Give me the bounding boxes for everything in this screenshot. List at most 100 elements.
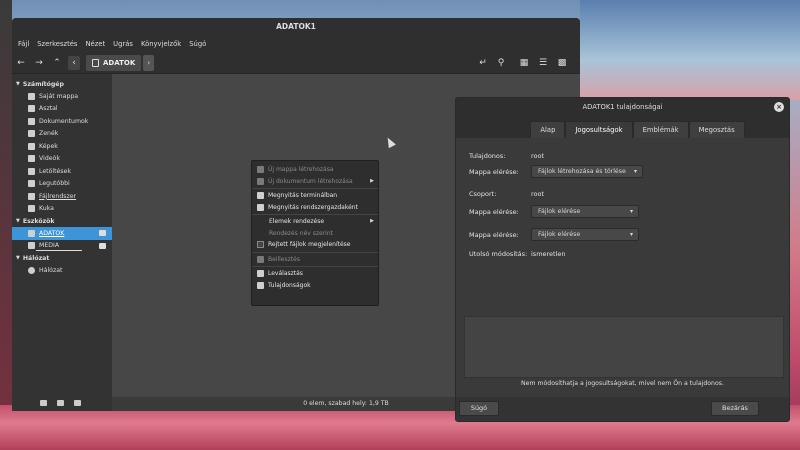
menu-edit[interactable]: Szerkesztés — [33, 40, 81, 48]
list-icon: ☰ — [538, 58, 548, 68]
compact-icon: ▩ — [557, 58, 567, 68]
breadcrumb-label: ADATOK — [103, 59, 136, 67]
sidebar-section-computer[interactable]: ▼ Számítógép — [12, 78, 112, 90]
back-button[interactable]: ← — [14, 56, 28, 70]
menu-view[interactable]: Nézet — [81, 40, 109, 48]
grid-icon: ▦ — [519, 58, 529, 68]
menu-item-show-hidden[interactable]: Rejtett fájlok megjelenítése — [252, 239, 378, 251]
last-modified-value: ismeretlen — [531, 250, 566, 258]
submenu-arrow-icon: ▶ — [370, 218, 374, 224]
breadcrumb: ADATOK › — [86, 55, 155, 71]
menu-item-properties[interactable]: Tulajdonságok — [252, 280, 378, 292]
recent-icon — [28, 180, 35, 188]
properties-dialog: ADATOK1 tulajdonságai × Alap Jogosultság… — [455, 97, 790, 422]
tab-permissions[interactable]: Jogosultságok — [565, 121, 633, 138]
new-folder-icon — [257, 166, 264, 174]
sidebar-section-devices[interactable]: ▼ Eszközök — [12, 215, 112, 227]
sidebar-item-label: Asztal — [39, 105, 58, 113]
sidebar-item-label: Dokumentumok — [39, 117, 89, 125]
eject-icon[interactable] — [99, 230, 106, 236]
dialog-empty-panel — [464, 316, 784, 378]
menu-file[interactable]: Fájl — [14, 40, 33, 48]
section-title: Számítógép — [22, 80, 64, 88]
tab-emblems[interactable]: Emblémák — [632, 121, 689, 138]
sidebar-item-pictures[interactable]: Képek — [12, 140, 112, 153]
sidebar-item-music[interactable]: Zenék — [12, 128, 112, 141]
menu-help[interactable]: Súgó — [185, 40, 210, 48]
music-icon — [28, 130, 35, 138]
trash-icon — [28, 205, 35, 213]
list-view-button[interactable]: ☰ — [536, 56, 550, 70]
others-access-select[interactable]: Fájlok elérése ▾ — [531, 228, 639, 241]
menu-item-paste[interactable]: Beillesztés — [252, 254, 378, 266]
tree-icon[interactable] — [57, 400, 64, 406]
usb-icon — [28, 242, 35, 250]
sidebar-item-videos[interactable]: Videók — [12, 153, 112, 166]
tab-sharing[interactable]: Megosztás — [688, 121, 745, 138]
menu-go[interactable]: Ugrás — [109, 40, 137, 48]
sidebar-item-desktop[interactable]: Asztal — [12, 103, 112, 116]
menu-item-open-as-root[interactable]: Megnyitás rendszergazdaként — [252, 202, 378, 214]
others-access-label: Mappa elérése: — [469, 231, 519, 239]
sidebar-item-network[interactable]: Hálózat — [12, 264, 112, 277]
group-value: root — [531, 190, 545, 198]
sidebar-item-recent[interactable]: Legutóbbi — [12, 178, 112, 191]
pictures-icon — [28, 142, 35, 150]
hide-sidebar-icon[interactable] — [74, 400, 81, 406]
toggle-location-button[interactable]: ↵ — [476, 56, 490, 70]
menu-item-unmount[interactable]: Leválasztás — [252, 268, 378, 280]
eject-icon[interactable] — [99, 242, 106, 249]
section-title: Hálózat — [22, 254, 50, 262]
window-titlebar[interactable]: ADATOK1 — [12, 18, 580, 36]
menu-separator — [252, 251, 378, 253]
dialog-title: ADATOK1 tulajdonságai — [582, 103, 663, 111]
help-button[interactable]: Súgó — [459, 401, 499, 416]
path-forward-button[interactable]: › — [143, 55, 155, 71]
menu-item-new-folder[interactable]: Új mappa létrehozása — [252, 164, 378, 176]
menu-separator — [252, 266, 378, 267]
sidebar-item-documents[interactable]: Dokumentumok — [12, 115, 112, 128]
menu-item-sort-by-name[interactable]: Rendezés név szerint — [252, 228, 378, 240]
checkbox-hidden-files[interactable] — [257, 241, 264, 249]
sidebar-item-downloads[interactable]: Letöltések — [12, 165, 112, 178]
sidebar-section-network[interactable]: ▼ Hálózat — [12, 252, 112, 264]
up-button[interactable]: ⌃ — [50, 56, 64, 70]
sidebar-item-trash[interactable]: Kuka — [12, 203, 112, 216]
path-back-button[interactable]: ‹ — [68, 56, 80, 70]
icon-view-button[interactable]: ▦ — [517, 56, 531, 70]
sidebar-item-label: ADATOK — [39, 229, 65, 237]
arrow-right-icon: → — [35, 58, 43, 68]
owner-access-select[interactable]: Fájlok létrehozása és törlése ▾ — [531, 165, 643, 178]
sidebar-item-media[interactable]: MEDIA — [12, 240, 112, 253]
folder-icon[interactable] — [40, 400, 47, 406]
menu-item-arrange-items[interactable]: Elemek rendezése ▶ — [252, 216, 378, 228]
search-button[interactable]: ⚲ — [494, 56, 508, 70]
drive-icon — [92, 59, 99, 67]
close-icon[interactable]: × — [774, 102, 784, 112]
location-icon: ↵ — [479, 58, 487, 68]
sidebar-item-label: Saját mappa — [39, 92, 79, 100]
menu-bookmarks[interactable]: Könyvjelzők — [137, 40, 185, 48]
eject-icon — [257, 270, 264, 278]
sidebar-item-home[interactable]: Saját mappa — [12, 90, 112, 103]
forward-button[interactable]: → — [32, 56, 46, 70]
menu-item-new-document[interactable]: Új dokumentum létrehozása ▶ — [252, 176, 378, 188]
breadcrumb-adatok[interactable]: ADATOK — [86, 55, 142, 71]
close-button[interactable]: Bezárás — [711, 401, 759, 416]
sidebar-item-label: Képek — [39, 142, 58, 150]
menu-item-label: Új mappa létrehozása — [268, 166, 334, 174]
menu-item-label: Megnyitás terminálban — [268, 192, 338, 200]
group-access-select[interactable]: Fájlok elérése ▾ — [531, 205, 639, 218]
menu-item-open-terminal[interactable]: Megnyitás terminálban — [252, 190, 378, 202]
compact-view-button[interactable]: ▩ — [555, 56, 569, 70]
key-icon — [257, 203, 264, 211]
sidebar: ▼ Számítógép Saját mappa Asztal Dokumentu… — [12, 74, 112, 411]
dialog-titlebar[interactable]: ADATOK1 tulajdonságai × — [456, 98, 789, 116]
group-access-label: Mappa elérése: — [469, 208, 519, 216]
sidebar-item-adatok[interactable]: ADATOK — [12, 227, 112, 240]
search-icon: ⚲ — [497, 58, 505, 68]
menu-separator — [252, 188, 378, 189]
sidebar-item-label: Hálózat — [39, 266, 63, 274]
tab-basic[interactable]: Alap — [530, 121, 566, 138]
sidebar-item-filesystem[interactable]: Fájlrendszer — [12, 190, 112, 203]
